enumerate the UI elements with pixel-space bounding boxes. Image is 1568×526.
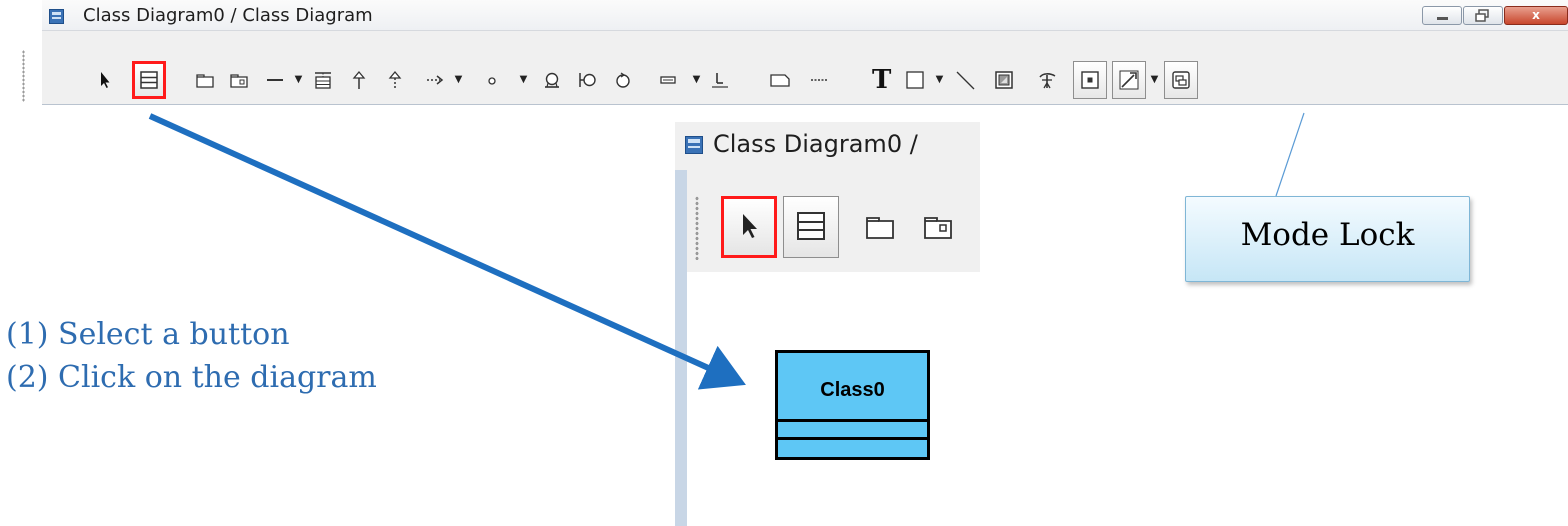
note-icon <box>770 74 790 87</box>
class-icon <box>140 71 158 89</box>
title-bar: Class Diagram0 / Class Diagram x <box>42 0 1568 31</box>
zoomed-diagram-window: Class Diagram0 / <box>675 122 980 526</box>
boundary-icon <box>545 72 559 88</box>
callout-text: Mode Lock <box>1240 217 1415 253</box>
attribute-dropdown-icon[interactable]: ▼ <box>691 61 702 99</box>
restore-button[interactable] <box>1463 6 1503 25</box>
interface-dropdown-icon[interactable]: ▼ <box>518 61 529 99</box>
boundary-tool-button[interactable] <box>535 61 569 99</box>
constraint-icon <box>712 73 728 88</box>
pointer-arrow-icon <box>743 214 757 238</box>
zoomed-window-title: Class Diagram0 / <box>713 130 918 158</box>
association-tool-button[interactable] <box>258 61 292 99</box>
zoomed-class-tool-button[interactable] <box>783 196 839 258</box>
class-icon <box>797 212 825 240</box>
diagram-window-icon <box>49 9 64 24</box>
anchor-line-icon <box>811 79 827 81</box>
step-2-text: (2) Click on the diagram <box>6 360 377 395</box>
entity-icon <box>616 72 630 88</box>
window-title: Class Diagram0 / Class Diagram <box>83 5 373 26</box>
restore-icon <box>1475 9 1489 22</box>
constraint-tool-button[interactable] <box>703 61 737 99</box>
diagram-frame-icon <box>1172 71 1190 89</box>
image-tool-button[interactable] <box>987 61 1021 99</box>
subsystem-tool-button[interactable] <box>222 61 256 99</box>
package-icon <box>866 217 894 239</box>
pointer-arrow-icon <box>101 72 110 88</box>
zoom-fit-icon <box>1081 71 1099 89</box>
zoomed-toolbar-grip[interactable] <box>695 196 699 260</box>
instruction-steps: (1) Select a button (2) Click on the dia… <box>6 313 377 399</box>
rectangle-tool-button[interactable] <box>898 61 932 99</box>
line-tool-button[interactable] <box>948 61 982 99</box>
connector-style-button[interactable] <box>1112 61 1146 99</box>
zoomed-package-tool-button[interactable] <box>852 196 908 258</box>
dependency-arrow-icon <box>427 75 444 85</box>
close-button[interactable]: x <box>1504 6 1568 25</box>
zoomed-select-tool-button[interactable] <box>721 196 777 258</box>
rectangle-icon <box>906 71 924 89</box>
callout-leader-line <box>1275 112 1305 197</box>
mode-lock-icon <box>1039 73 1056 89</box>
zoomed-subsystem-tool-button[interactable] <box>910 196 966 258</box>
note-anchor-tool-button[interactable] <box>802 61 836 99</box>
generalization-tool-button[interactable] <box>342 61 376 99</box>
zoomed-title-bar: Class Diagram0 / <box>675 122 980 170</box>
association-class-icon <box>315 72 331 89</box>
text-tool-label: T <box>872 65 892 95</box>
control-tool-button[interactable] <box>570 61 604 99</box>
generalization-arrow-icon <box>352 70 366 89</box>
attribute-icon <box>660 76 676 84</box>
minimize-icon <box>1437 17 1448 20</box>
zoomed-left-edge <box>675 170 687 526</box>
mode-lock-callout: Mode Lock <box>1185 196 1470 282</box>
entity-tool-button[interactable] <box>606 61 640 99</box>
package-icon <box>196 74 214 88</box>
zoom-fit-button[interactable] <box>1073 61 1107 99</box>
toolbar-grip[interactable] <box>22 50 25 102</box>
select-tool-button[interactable] <box>88 61 122 99</box>
dependency-dropdown-icon[interactable]: ▼ <box>453 61 464 99</box>
class-tool-button[interactable] <box>132 61 166 99</box>
class-element[interactable]: Class0 <box>775 350 930 460</box>
minimize-button[interactable] <box>1422 6 1462 25</box>
shape-dropdown-icon[interactable]: ▼ <box>934 61 945 99</box>
dependency-tool-button[interactable] <box>418 61 452 99</box>
interface-tool-button[interactable] <box>472 61 512 99</box>
control-icon <box>579 73 596 87</box>
zoomed-window-icon <box>685 136 703 154</box>
subsystem-icon <box>924 217 952 239</box>
interface-circle-icon <box>488 77 496 85</box>
connector-style-icon <box>1119 70 1139 90</box>
operation-compartment-divider <box>778 437 927 440</box>
association-line-icon <box>267 79 283 81</box>
realization-tool-button[interactable] <box>378 61 412 99</box>
image-icon <box>995 71 1013 89</box>
association-class-tool-button[interactable] <box>306 61 340 99</box>
text-tool-button[interactable]: T <box>864 61 898 99</box>
diagonal-line-icon <box>956 71 975 90</box>
connector-style-dropdown-icon[interactable]: ▼ <box>1149 61 1160 99</box>
attribute-tool-button[interactable] <box>648 61 688 99</box>
diagram-frame-button[interactable] <box>1164 61 1198 99</box>
attribute-compartment-divider <box>778 419 927 422</box>
note-tool-button[interactable] <box>760 61 800 99</box>
mode-lock-button[interactable] <box>1030 61 1064 99</box>
package-tool-button[interactable] <box>188 61 222 99</box>
subsystem-icon <box>230 74 248 88</box>
class-name: Class0 <box>820 379 885 401</box>
realization-arrow-icon <box>388 70 402 89</box>
step-1-text: (1) Select a button <box>6 317 290 352</box>
association-dropdown-icon[interactable]: ▼ <box>293 61 304 99</box>
